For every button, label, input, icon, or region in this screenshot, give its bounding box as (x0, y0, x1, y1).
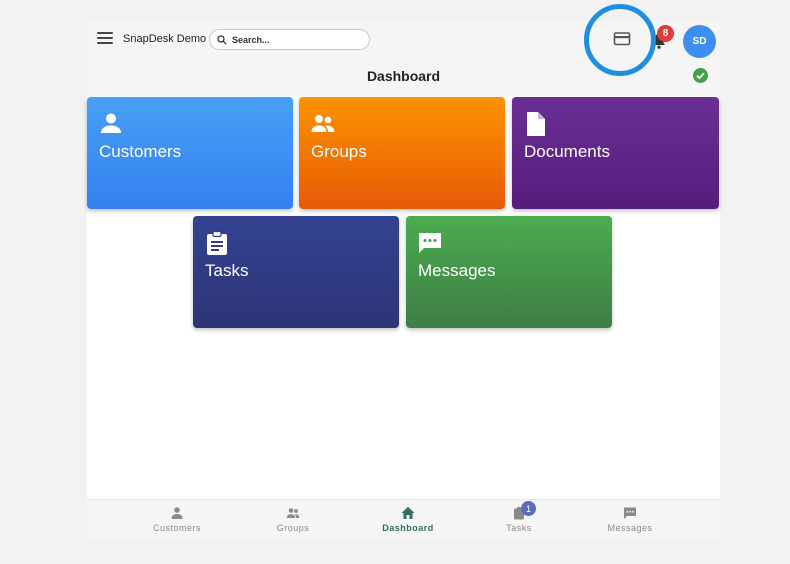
check-circle-icon (693, 68, 708, 83)
tile-customers[interactable]: Customers (87, 97, 293, 209)
page-title: Dashboard (366, 68, 441, 84)
nav-label: Messages (607, 523, 653, 533)
notification-badge: 8 (657, 25, 674, 42)
avatar[interactable]: SD (683, 25, 716, 58)
nav-customers[interactable]: Customers (137, 506, 217, 533)
nav-label: Customers (152, 523, 201, 533)
person-icon (101, 113, 121, 133)
bottom-navigation: Customers Groups Dashboard 1 Tasks Messa… (87, 499, 720, 540)
tile-label: Customers (99, 142, 182, 161)
tile-label: Messages (418, 261, 496, 280)
top-bar: SnapDesk Demo 8 SD Dashboard (87, 4, 720, 96)
hamburger-menu-icon[interactable] (97, 32, 113, 46)
nav-label: Tasks (506, 523, 532, 533)
nav-messages[interactable]: Messages (590, 506, 670, 533)
tile-label: Tasks (205, 261, 249, 280)
tile-messages[interactable]: Messages (406, 216, 612, 328)
clipboard-icon (207, 230, 227, 255)
group-icon (311, 115, 335, 132)
app-window: SnapDesk Demo 8 SD Dashboard (87, 4, 720, 540)
nav-groups[interactable]: Groups (253, 506, 333, 533)
nav-label: Dashboard (382, 523, 434, 533)
tile-groups[interactable]: Groups (299, 97, 505, 209)
search-icon (217, 34, 227, 45)
document-icon (527, 112, 545, 136)
chat-icon (419, 233, 441, 253)
tile-label: Groups (311, 142, 367, 161)
nav-tasks[interactable]: 1 Tasks (479, 501, 559, 533)
group-icon (286, 508, 300, 518)
home-icon (401, 507, 415, 519)
chat-icon (624, 507, 636, 519)
nav-label: Groups (276, 523, 310, 533)
nav-dashboard[interactable]: Dashboard (368, 506, 448, 533)
search-box[interactable] (209, 29, 370, 50)
person-icon (171, 507, 183, 519)
tile-documents[interactable]: Documents (512, 97, 719, 209)
app-name: SnapDesk Demo (123, 33, 207, 45)
search-input[interactable] (232, 34, 352, 45)
tile-tasks[interactable]: Tasks (193, 216, 399, 328)
credit-card-icon[interactable] (613, 31, 631, 47)
tasks-badge: 1 (521, 501, 536, 516)
tile-label: Documents (524, 142, 610, 161)
